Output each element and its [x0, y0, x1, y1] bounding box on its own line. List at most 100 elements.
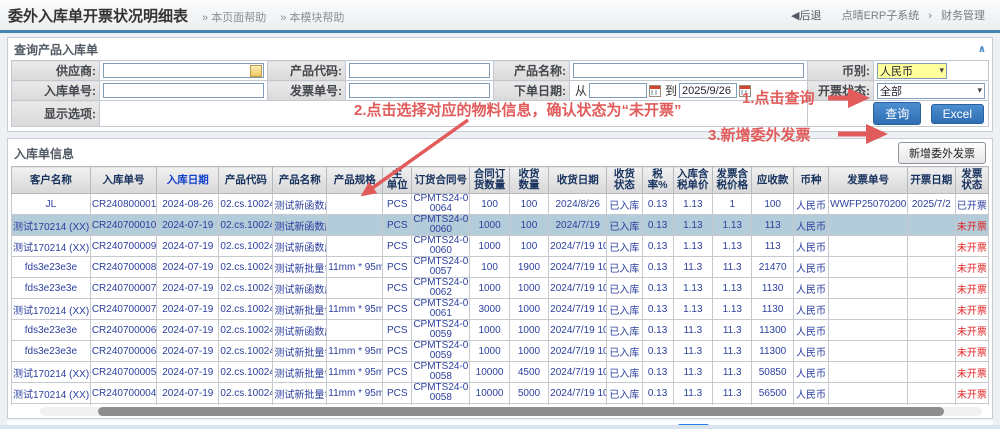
cell: 11.3 [713, 341, 752, 362]
column-header: 产品规格 [327, 167, 383, 194]
table-row[interactable]: 测试170214 (XX)CR2407000092024-07-1902.cs.… [12, 236, 989, 257]
cell: 2024-07-19 [157, 383, 219, 404]
cell: CR240700007 [90, 299, 156, 320]
column-header[interactable]: 入库日期 [157, 167, 219, 194]
erp-page: 委外入库单开票状况明细表 » 本页面帮助 » 本模块帮助 ◀后退 点晴ERP子系… [0, 0, 1000, 429]
breadcrumb-separator: › [928, 10, 932, 22]
cell: 2024-07-19 [157, 278, 219, 299]
cell: 2024-07-19 [157, 257, 219, 278]
cell: 测试170214 (XX) [12, 215, 91, 236]
table-row[interactable]: 测试170214 (XX)CR2407000072024-07-1902.cs.… [12, 299, 989, 320]
scrollbar-thumb[interactable] [98, 407, 944, 416]
cell: 1.13 [713, 215, 752, 236]
order-date-end-input[interactable] [679, 83, 737, 98]
annotation-step1: 1.点击查询 [742, 87, 815, 108]
cell: 0.13 [642, 278, 673, 299]
cell: 未开票 [955, 215, 988, 236]
table-row[interactable]: fds3e23e3eCR2407000082024-07-1902.cs.100… [12, 257, 989, 278]
column-header: 发票 状态 [955, 167, 988, 194]
cell: 已开票 [955, 194, 988, 215]
cell: PCS [383, 194, 412, 215]
table-row[interactable]: 测试170214 (XX)CR2407000042024-07-1902.cs.… [12, 383, 989, 404]
cell: 0.13 [642, 362, 673, 383]
cell: 0.13 [642, 299, 673, 320]
cell: 1000 [470, 320, 509, 341]
cell: 02.cs.100241 [219, 194, 273, 215]
add-outsourcing-invoice-button[interactable]: 新增委外发票 [898, 142, 986, 164]
table-body: JLCR2408000012024-08-2602.cs.100241测试新函数… [12, 194, 989, 406]
table-row[interactable]: fds3e23e3eCR2407000062024-07-1902.cs.100… [12, 341, 989, 362]
excel-button[interactable]: Excel [931, 104, 984, 124]
chevron-down-icon: ▾ [977, 85, 982, 96]
cell: 未开票 [955, 320, 988, 341]
cell: 4500 [509, 362, 548, 383]
cell: CPMTS24-00059 [412, 320, 470, 341]
cell: 测试新批量领 [273, 362, 327, 383]
cell: 2024-07-19 [157, 341, 219, 362]
supplier-input[interactable] [103, 63, 264, 78]
cell: 11.3 [713, 362, 752, 383]
cell: 50850 [752, 362, 793, 383]
table-row[interactable]: fds3e23e3eCR2407000062024-07-1902.cs.100… [12, 320, 989, 341]
annotation-step2: 2.点击选择对应的物料信息，确认状态为“未开票” [354, 99, 682, 120]
order-date-start-input[interactable] [589, 83, 647, 98]
cell: CR240700006 [90, 341, 156, 362]
cell: 未开票 [955, 341, 988, 362]
table-row[interactable]: JLCR2408000012024-08-2602.cs.100241测试新函数… [12, 194, 989, 215]
cell: 02.cs.100246 [219, 257, 273, 278]
collapse-icon[interactable]: ∧ [978, 45, 986, 55]
lookup-icon[interactable] [250, 65, 262, 77]
cell [829, 236, 908, 257]
product-code-input[interactable] [349, 63, 490, 78]
cell: 100 [509, 194, 548, 215]
cell: PCS [383, 299, 412, 320]
cell: 1900 [509, 257, 548, 278]
cell: CPMTS24-00058 [412, 362, 470, 383]
table-row[interactable]: 测试170214 (XX)CR2407000032024-07-1101.YEL… [12, 404, 989, 406]
cell: 1000 [470, 341, 509, 362]
invoice-status-select[interactable]: 全部▾ [877, 83, 985, 99]
cell: 1130 [752, 299, 793, 320]
calendar-icon[interactable] [649, 85, 661, 97]
cell: 测试新函数成 [273, 194, 327, 215]
currency-value: 人民币 [880, 63, 913, 79]
cell [327, 236, 383, 257]
cell: 11300 [752, 341, 793, 362]
cell [829, 257, 908, 278]
cell: 已入库 [607, 236, 642, 257]
cell: 0.13 [642, 404, 673, 406]
cell: 测试170214 (XX) [12, 383, 91, 404]
cell: 2024/7/19 [549, 215, 607, 236]
cell: 0.13 [642, 341, 673, 362]
module-help-link[interactable]: » 本模块帮助 [280, 9, 344, 25]
cell [907, 383, 955, 404]
cell: CPMTS24-00057 [412, 257, 470, 278]
cell: 未开票 [955, 362, 988, 383]
product-name-input[interactable] [573, 63, 804, 78]
cell: 测试新函数成 [273, 236, 327, 257]
table-row[interactable]: fds3e23e3eCR2407000072024-07-1902.cs.100… [12, 278, 989, 299]
cell: 1 [673, 404, 712, 406]
supplier-label: 供应商: [12, 61, 100, 81]
cell: 10000 [470, 383, 509, 404]
cell: 1130 [752, 278, 793, 299]
cell: CPMTS24-00058 [412, 383, 470, 404]
cell: 人民币 [793, 362, 828, 383]
breadcrumb-system[interactable]: 点晴ERP子系统 [842, 10, 920, 22]
cell [829, 383, 908, 404]
cell [829, 404, 908, 406]
cell: 0.13 [642, 320, 673, 341]
breadcrumb-module[interactable]: 财务管理 [941, 10, 985, 22]
column-header: 税率% [642, 167, 673, 194]
search-button[interactable]: 查询 [873, 102, 921, 125]
table-row[interactable]: 测试170214 (XX)CR2407000102024-07-1902.cs.… [12, 215, 989, 236]
table-row[interactable]: 测试170214 (XX)CR2407000052024-07-1902.cs.… [12, 362, 989, 383]
back-link[interactable]: ◀后退 [791, 10, 821, 22]
invoice-no-input[interactable] [349, 83, 490, 98]
currency-select[interactable]: 人民币▾ [877, 63, 947, 79]
page-help-link[interactable]: » 本页面帮助 [202, 9, 266, 25]
cell: 1.13 [713, 278, 752, 299]
cell: 11.3 [673, 341, 712, 362]
inbound-no-input[interactable] [103, 83, 264, 98]
cell: 02.cs.100246 [219, 362, 273, 383]
